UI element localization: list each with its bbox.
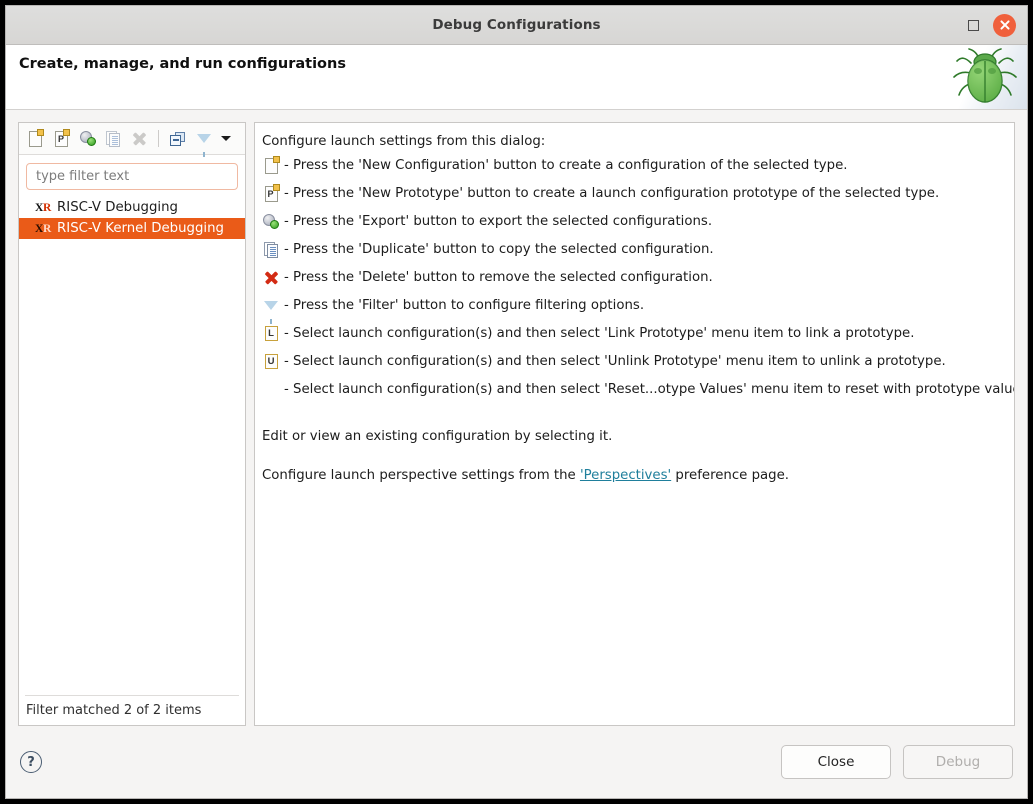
maximize-icon[interactable] — [968, 19, 979, 31]
dialog-header: Create, manage, and run configurations — [6, 45, 1027, 110]
debug-configurations-dialog: Debug Configurations Create, manage, and… — [5, 5, 1028, 799]
view-menu-button[interactable] — [217, 127, 235, 151]
instructions-pane: Configure launch settings from this dial… — [254, 122, 1015, 726]
list-item-label: - Select launch configuration(s) and the… — [284, 326, 915, 341]
duplicate-icon — [106, 130, 121, 147]
delete-button[interactable] — [127, 127, 152, 151]
xr-icon: XR — [35, 201, 52, 214]
close-icon[interactable] — [993, 13, 1016, 37]
duplicate-icon — [260, 240, 282, 259]
new-prototype-icon: P — [260, 183, 282, 203]
toolbar-divider — [158, 130, 159, 147]
list-item: - Press the 'New Configuration' button t… — [260, 155, 1004, 183]
collapse-all-icon — [170, 131, 185, 146]
list-item: L - Select launch configuration(s) and t… — [260, 323, 1004, 351]
dialog-footer: ? Close Debug — [6, 726, 1027, 798]
list-item: - Press the 'Export' button to export th… — [260, 211, 1004, 239]
list-item-label: - Select launch configuration(s) and the… — [284, 382, 1015, 397]
intro-text: Configure launch settings from this dial… — [262, 134, 546, 149]
toolbar: P — [19, 123, 245, 157]
list-item: - Press the 'Filter' button to configure… — [260, 295, 1004, 324]
list-item: - Press the 'Duplicate' button to copy t… — [260, 239, 1004, 267]
perspectives-link[interactable]: 'Perspectives' — [580, 468, 671, 483]
xr-icon: XR — [35, 222, 52, 235]
perspectives-prefix: Configure launch perspective settings fr… — [262, 468, 580, 483]
unlink-prototype-icon: U — [260, 352, 282, 371]
filter-icon — [196, 134, 211, 157]
page-title: Create, manage, and run configurations — [19, 56, 346, 72]
configuration-types-pane: P type filter text XR RISC-V Debugging X… — [18, 122, 246, 726]
window-title: Debug Configurations — [432, 17, 601, 33]
list-item-label: - Press the 'Duplicate' button to copy t… — [284, 242, 714, 257]
dialog-body: P type filter text XR RISC-V Debugging X… — [6, 110, 1027, 726]
tree-item-risc-v-debugging[interactable]: XR RISC-V Debugging — [19, 197, 245, 218]
search-input[interactable] — [26, 163, 238, 190]
chevron-down-icon — [221, 136, 231, 141]
configuration-type-tree[interactable]: XR RISC-V Debugging XR RISC-V Kernel Deb… — [19, 196, 245, 695]
filter-button[interactable] — [191, 127, 216, 157]
list-item-label: - Select launch configuration(s) and the… — [284, 354, 946, 369]
filter-status-text: Filter matched 2 of 2 items — [26, 703, 202, 718]
perspectives-note: Configure launch perspective settings fr… — [262, 466, 1004, 485]
tree-item-label: RISC-V Kernel Debugging — [57, 221, 224, 236]
list-item-label: - Press the 'New Prototype' button to cr… — [284, 186, 940, 201]
tree-item-risc-v-kernel-debugging[interactable]: XR RISC-V Kernel Debugging — [19, 218, 245, 239]
list-item: P - Press the 'New Prototype' button to … — [260, 183, 1004, 211]
new-prototype-button[interactable]: P — [49, 127, 74, 151]
new-prototype-icon: P — [55, 128, 70, 147]
list-item-label: - Press the 'Filter' button to configure… — [284, 298, 645, 313]
list-item-label: - Press the 'Export' button to export th… — [284, 214, 713, 229]
list-item-label: - Press the 'New Configuration' button t… — [284, 158, 848, 173]
perspectives-suffix: preference page. — [671, 468, 790, 483]
link-prototype-icon: L — [260, 324, 282, 343]
close-button[interactable]: Close — [781, 745, 891, 779]
delete-icon — [132, 131, 147, 146]
tree-item-label: RISC-V Debugging — [57, 200, 178, 215]
list-item-label: - Press the 'Delete' button to remove th… — [284, 270, 713, 285]
filter-input-wrapper — [19, 155, 245, 196]
export-button[interactable] — [75, 127, 100, 151]
list-item: - Press the 'Delete' button to remove th… — [260, 267, 1004, 295]
help-icon[interactable]: ? — [20, 751, 42, 773]
bug-icon — [941, 45, 1027, 109]
new-configuration-button[interactable] — [23, 127, 48, 151]
export-icon — [260, 212, 282, 231]
delete-icon — [260, 268, 282, 287]
edit-note-text: Edit or view an existing configuration b… — [262, 429, 613, 444]
filter-icon — [260, 296, 282, 324]
new-configuration-icon — [29, 128, 44, 147]
export-icon — [79, 131, 96, 146]
collapse-all-button[interactable] — [165, 127, 190, 151]
new-configuration-icon — [260, 155, 282, 175]
duplicate-button[interactable] — [101, 127, 126, 151]
debug-button[interactable]: Debug — [903, 745, 1013, 779]
window-controls — [968, 6, 1016, 44]
list-item: - Select launch configuration(s) and the… — [260, 379, 1014, 407]
list-item: U - Select launch configuration(s) and t… — [260, 351, 1004, 379]
title-bar: Debug Configurations — [6, 6, 1027, 45]
